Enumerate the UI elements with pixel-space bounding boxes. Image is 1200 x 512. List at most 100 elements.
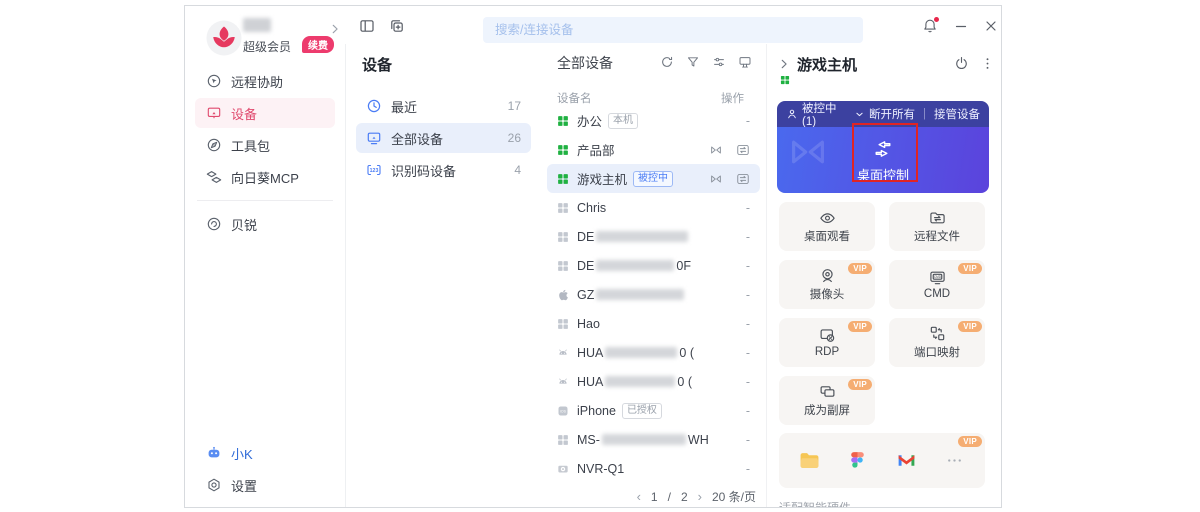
- panel-toggle-icon[interactable]: [359, 18, 375, 34]
- monitor-legs-icon[interactable]: [738, 55, 752, 69]
- device-row[interactable]: Chris -: [547, 193, 760, 222]
- category-clock[interactable]: 最近 17: [356, 91, 531, 121]
- chevron-down-icon[interactable]: [854, 109, 865, 120]
- sidebar-item-toolbox[interactable]: 工具包: [195, 130, 335, 160]
- sidebar-item-label: 向日葵MCP: [231, 170, 299, 186]
- device-row[interactable]: DE -: [547, 222, 760, 251]
- sidebar-item-device[interactable]: 设备: [195, 98, 335, 128]
- vip-badge: VIP: [958, 436, 982, 447]
- device-row[interactable]: 办公 本机 -: [547, 106, 760, 135]
- sidebar-item-label: 贝锐: [231, 217, 258, 233]
- sidebar-item-gear[interactable]: 设置: [195, 470, 335, 500]
- search-input[interactable]: [483, 17, 863, 43]
- device-name-suffix: 0 (: [677, 374, 692, 389]
- device-row[interactable]: GZ -: [547, 280, 760, 309]
- app-window: 超级会员 续费 远程协助设备工具包向日葵MCP贝锐 小K设置 设备 最近17全部…: [184, 5, 1002, 508]
- category-monitor[interactable]: 全部设备 26: [356, 123, 531, 153]
- vip-badge: VIP: [848, 263, 872, 274]
- device-name: GZ: [577, 287, 595, 302]
- prev-page-button[interactable]: ‹: [637, 489, 641, 504]
- device-row[interactable]: 产品部: [547, 135, 760, 164]
- device-row[interactable]: Hao -: [547, 309, 760, 338]
- action-端口映射[interactable]: VIP 端口映射: [889, 318, 985, 367]
- disconnect-all-button[interactable]: 断开所有: [869, 106, 915, 122]
- membership-label: 超级会员: [243, 40, 292, 54]
- file-transfer-icon[interactable]: [736, 143, 750, 157]
- gmail-icon[interactable]: [896, 450, 917, 471]
- bell-icon[interactable]: [922, 17, 939, 34]
- close-icon[interactable]: [983, 18, 999, 34]
- folder-color-icon[interactable]: [799, 450, 820, 471]
- row-actions: -: [746, 114, 750, 128]
- sidebar-item-remote-assist[interactable]: 远程协助: [195, 66, 335, 96]
- action-label: RDP: [814, 346, 840, 358]
- controlled-status[interactable]: 被控中(1): [802, 101, 850, 128]
- action-远程文件[interactable]: 远程文件: [889, 202, 985, 251]
- more-apps-icon[interactable]: [944, 450, 965, 471]
- figma-icon[interactable]: [847, 450, 868, 471]
- sidebar-item-label: 远程协助: [231, 74, 284, 90]
- device-row[interactable]: iOS iPhone 已授权 -: [547, 396, 760, 425]
- pagination: ‹ 1 / 2 › 20 条/页: [637, 488, 756, 505]
- vip-badge: VIP: [848, 379, 872, 390]
- remote-panel: 游戏主机 被控中(1) 断开所有 | 接管设备 桌面控制 桌面观看 远程文件 V…: [766, 44, 1001, 507]
- action-CMD[interactable]: VIP CMD CMD: [889, 260, 985, 309]
- screens-icon: [819, 383, 836, 400]
- gear-icon: [206, 477, 222, 493]
- apple-icon: [557, 289, 569, 301]
- device-row[interactable]: NVR-Q1 -: [547, 454, 760, 483]
- grid-icon: [557, 434, 569, 446]
- page-size-select[interactable]: 20 条/页: [712, 488, 756, 505]
- remote-control-icon[interactable]: [709, 172, 723, 186]
- desktop-control-button[interactable]: 桌面控制: [777, 127, 989, 193]
- sidebar-divider: [197, 200, 333, 201]
- chevron-right-icon[interactable]: [328, 22, 342, 36]
- action-摄像头[interactable]: VIP 摄像头: [779, 260, 875, 309]
- column-action: 操作: [721, 93, 744, 105]
- no-action-dash: -: [745, 345, 750, 360]
- take-over-button[interactable]: 接管设备: [934, 106, 980, 122]
- more-menu-icon[interactable]: [980, 56, 995, 71]
- action-RDP[interactable]: VIP RDP: [779, 318, 875, 367]
- row-actions: -: [746, 404, 750, 418]
- sliders-icon[interactable]: [712, 55, 726, 69]
- sidebar-item-mcp[interactable]: 向日葵MCP: [195, 162, 335, 192]
- funnel-icon[interactable]: [686, 55, 700, 69]
- minimize-icon[interactable]: [953, 18, 969, 34]
- new-window-icon[interactable]: [389, 18, 405, 34]
- toolbox-icon: [206, 137, 222, 153]
- robot-icon: [206, 445, 222, 461]
- action-桌面观看[interactable]: 桌面观看: [779, 202, 875, 251]
- renew-badge[interactable]: 续费: [302, 36, 334, 53]
- android-icon: [557, 347, 569, 359]
- row-actions: -: [746, 433, 750, 447]
- device-row[interactable]: HUA 0 (-: [547, 338, 760, 367]
- action-label: CMD: [923, 288, 951, 300]
- device-name: 游戏主机: [577, 173, 628, 187]
- power-icon[interactable]: [954, 56, 969, 71]
- page-separator: /: [667, 489, 671, 504]
- action-label: 摄像头: [809, 289, 845, 301]
- desktop-control-icon: [871, 137, 895, 161]
- action-label: 远程文件: [914, 231, 960, 243]
- desktop-control-label: 桌面控制: [856, 167, 909, 183]
- action-成为副屏[interactable]: VIP 成为副屏: [779, 376, 875, 425]
- cmd-icon: CMD: [929, 269, 946, 286]
- collapse-chevron-icon[interactable]: [777, 57, 791, 71]
- webcam-icon: [819, 267, 836, 284]
- device-row[interactable]: 游戏主机 被控中: [547, 164, 760, 193]
- status-badge: 已授权: [621, 402, 662, 419]
- device-row[interactable]: DE 0F -: [547, 251, 760, 280]
- sidebar-item-oray[interactable]: 贝锐: [195, 209, 335, 239]
- device-row[interactable]: HUA 0 (-: [547, 367, 760, 396]
- device-row[interactable]: MS- WH -: [547, 425, 760, 454]
- no-action-dash: -: [745, 374, 750, 389]
- next-page-button[interactable]: ›: [698, 489, 702, 504]
- sidebar-item-robot[interactable]: 小K: [195, 438, 335, 468]
- refresh-icon[interactable]: [660, 55, 674, 69]
- remote-control-icon[interactable]: [709, 143, 723, 157]
- category-id123[interactable]: 123 识别码设备 4: [356, 155, 531, 185]
- row-actions: -: [746, 375, 750, 389]
- file-transfer-icon[interactable]: [736, 172, 750, 186]
- no-action-dash: -: [745, 432, 750, 447]
